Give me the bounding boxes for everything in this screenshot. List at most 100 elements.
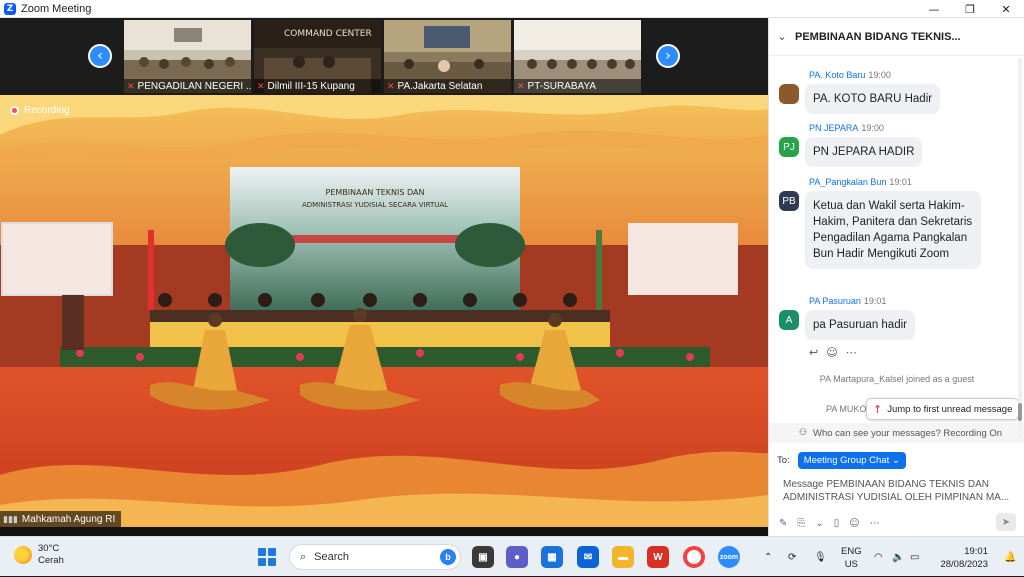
lang-code: ENG [841,546,862,557]
video-area: ‹ ✕ PENGADILAN NEGERI ... COMMAND CENTER… [0,18,768,536]
search-placeholder: Search [314,551,350,563]
language-indicator[interactable]: ENG US [841,545,862,571]
windows-logo-icon [258,548,266,556]
thumbnail-name: ✕ PENGADILAN NEGERI ... [124,79,251,93]
store-icon[interactable]: ▦ [541,546,563,568]
chevron-down-icon[interactable]: ⌄ [815,518,823,529]
mic-muted-icon: ✕ [127,80,135,91]
avatar: PJ [779,137,799,157]
message-bubble: pa Pasuruan hadir [805,310,915,340]
message-meta: PN JEPARA 19:00 [809,123,884,133]
tray-chevron-icon[interactable]: ⌃ [764,537,772,577]
message-actions: ↩ ☺ ⋯ [809,346,857,359]
speaker-name-label: ▮▮▮ Mahkamah Agung RI [0,511,122,527]
volume-icon[interactable]: 🔈 [892,537,904,577]
reply-icon[interactable]: ↩ [809,346,818,359]
chat-scrollbar[interactable] [1018,58,1022,438]
message-input[interactable]: Message PEMBINAAN BIDANG TEKNIS DAN ADMI… [783,478,1015,504]
jump-to-unread-button[interactable]: ↑ Jump to first unread message [866,398,1020,420]
wifi-icon[interactable]: ◠ [874,537,883,577]
window-title: Zoom Meeting [21,2,92,15]
zoom-taskbar-icon[interactable]: zoom [718,546,740,568]
taskbar-search[interactable]: ⌕ Search b [289,544,461,570]
system-clock[interactable]: 19:01 28/08/2023 [940,545,988,571]
jump-button-label: Jump to first unread message [887,403,1013,415]
chat-panel: ⌄ PEMBINAAN BIDANG TEKNIS... PA. Koto Ba… [768,18,1024,536]
sender-name[interactable]: PN JEPARA [809,123,858,133]
file-explorer-icon[interactable]: ▬ [612,546,634,568]
main-speaker-video: PEMBINAAN TEKNIS DAN ADMINISTRASI YUDISI… [0,95,768,527]
chrome-icon[interactable] [683,546,705,568]
svg-text:COMMAND CENTER: COMMAND CENTER [284,29,372,39]
battery-icon[interactable]: ▭ [910,537,919,577]
zoom-logo-icon: Z [4,2,16,15]
mail-icon[interactable]: ✉ [577,546,599,568]
message-meta: PA_Pangkalan Bun 19:01 [809,177,912,187]
compose-toolbar: ✎ ⎘ ⌄ ▯ ☺ ⋯ [779,515,1019,531]
sun-icon [14,546,32,564]
maximize-button[interactable]: ❐ [952,0,988,18]
lang-region: US [844,559,858,570]
message-time: 19:00 [868,70,891,80]
screenshot-icon[interactable]: ⎘ [797,518,805,529]
speaker-name: Mahkamah Agung RI [21,513,116,525]
thumbnail-strip: ‹ ✕ PENGADILAN NEGERI ... COMMAND CENTER… [0,18,768,95]
start-button[interactable] [258,548,276,566]
stage-scene: PEMBINAAN TEKNIS DAN ADMINISTRASI YUDISI… [0,95,768,527]
thumbnail-tile[interactable]: ✕ PENGADILAN NEGERI ... [124,20,251,93]
zoom-app: Z Zoom Meeting — ❐ ✕ ‹ ✕ PENGADILAN NEGE… [0,0,1024,576]
message-visibility-bar[interactable]: ⚇ Who can see your messages? Recording O… [769,423,1024,443]
message-meta: PA. Koto Baru 19:00 [809,70,891,80]
thumbnail-tile[interactable]: COMMAND CENTER ✕ Dilmil III-15 Kupang [254,20,381,93]
emoji-reaction-icon[interactable]: ☺ [826,346,837,359]
message-time: 19:01 [889,177,912,187]
send-button[interactable]: ➤ [996,513,1016,531]
thumbnail-tile[interactable]: ✕ PA.Jakarta Selatan [384,20,511,93]
clock-time: 19:01 [964,546,988,557]
to-label: To: [777,455,790,466]
bing-icon[interactable]: b [440,549,456,565]
format-text-icon[interactable]: ✎ [779,518,787,529]
thumbnail-name: ✕ PT-SURABAYA [514,79,641,93]
visibility-text: Who can see your messages? Recording On [813,427,1003,439]
window-controls: — ❐ ✕ [916,0,1024,18]
prev-page-button[interactable]: ‹ [88,44,112,68]
thumbnail-name: ✕ Dilmil III-15 Kupang [254,79,381,93]
message-bubble: Ketua dan Wakil serta Hakim-Hakim, Panit… [805,191,981,269]
sender-name[interactable]: PA Pasuruan [809,296,861,306]
recording-label: Recording [24,105,70,116]
emoji-icon[interactable]: ☺ [849,518,859,529]
mic-muted-icon: ✕ [257,80,265,91]
more-options-icon[interactable]: ⋯ [870,518,880,529]
scrollbar-thumb[interactable] [1018,403,1022,421]
message-time: 19:00 [861,123,884,133]
chat-header: ⌄ PEMBINAAN BIDANG TEKNIS... [769,18,1024,56]
teams-chat-icon[interactable]: ● [506,546,528,568]
weather-text: 30°C Cerah [38,543,64,567]
wps-office-icon[interactable]: W [647,546,669,568]
message-bubble: PA. KOTO BARU Hadir [805,84,941,114]
recording-indicator: Recording [10,105,70,116]
weather-widget[interactable]: 30°C Cerah [14,543,64,567]
close-button[interactable]: ✕ [988,0,1024,18]
chevron-down-icon[interactable]: ⌄ [769,30,795,43]
sender-name[interactable]: PA_Pangkalan Bun [809,177,886,187]
weather-desc: Cerah [38,555,64,566]
sender-name[interactable]: PA. Koto Baru [809,70,865,80]
mic-muted-icon: ✕ [517,80,525,91]
recipient-dropdown[interactable]: Meeting Group Chat ⌄ [797,452,906,469]
sync-icon[interactable]: ⟳ [788,537,796,577]
next-page-button[interactable]: › [656,44,680,68]
avatar [779,84,799,104]
file-icon[interactable]: ▯ [834,518,840,529]
more-options-icon[interactable]: ⋯ [846,346,857,359]
message-time: 19:01 [863,296,887,306]
windows-taskbar: 30°C Cerah ⌕ Search b ▣ ● ▦ ✉ ▬ W zoom ⌃… [0,536,1024,576]
notification-icon[interactable]: 🔔 [1004,537,1016,577]
thumbnail-tile[interactable]: ✕ PT-SURABAYA [514,20,641,93]
recording-dot-icon [10,106,19,115]
microphone-icon[interactable]: 🎙 [814,537,827,577]
chat-title: PEMBINAAN BIDANG TEKNIS... [795,30,961,43]
task-view-icon[interactable]: ▣ [472,546,494,568]
minimize-button[interactable]: — [916,0,952,18]
